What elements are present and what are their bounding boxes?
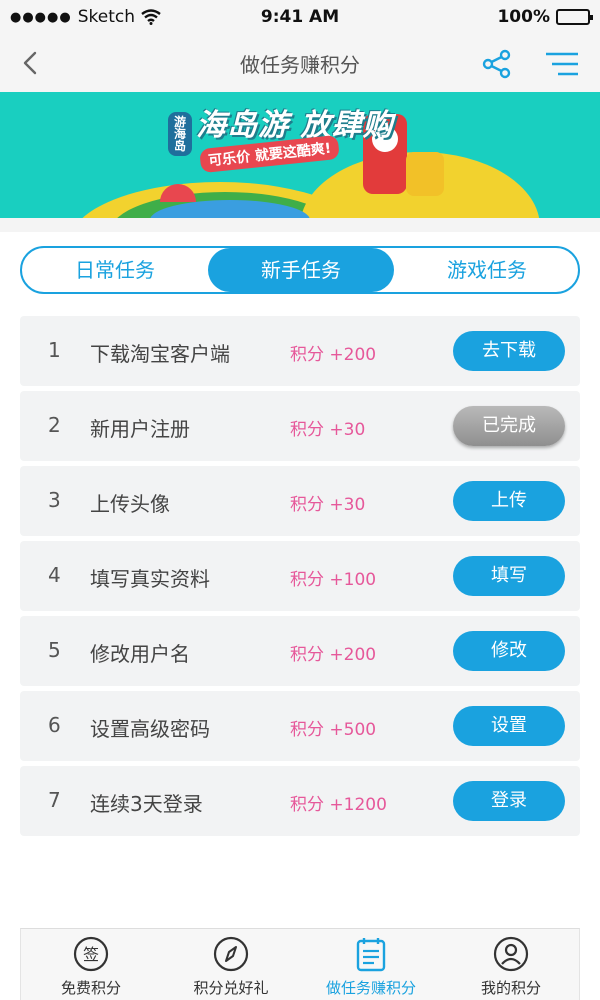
task-name: 填写真实资料 [90,567,210,591]
tab-daily-tasks[interactable]: 日常任务 [22,248,208,292]
task-row: 2 新用户注册 积分 +30 已完成 [20,391,580,461]
banner-title: 海岛游 放肆购 [196,108,394,143]
bottom-tab-free-points[interactable]: 签 免费积分 [21,929,161,1000]
sign-in-glyph: 签 [83,945,99,964]
task-name: 下载淘宝客户端 [90,342,230,366]
task-name: 修改用户名 [90,642,190,666]
compass-icon [213,936,249,972]
task-points: 积分 +30 [290,495,366,515]
download-button[interactable]: 去下载 [453,331,565,371]
task-number: 1 [48,338,61,362]
battery-icon [556,9,593,25]
task-row: 1 下载淘宝客户端 积分 +200 去下载 [20,316,580,386]
task-number: 7 [48,788,61,812]
bottom-tab-bar: 签 免费积分 积分兑好礼 做任务赚积分 我的积分 [20,928,580,1000]
task-number: 2 [48,413,61,437]
bottom-tab-label: 做任务赚积分 [325,979,416,997]
task-name: 设置高级密码 [90,717,210,741]
upload-button[interactable]: 上传 [453,481,565,521]
menu-icon[interactable] [544,50,580,78]
section-divider [0,218,600,232]
completed-button[interactable]: 已完成 [453,406,565,446]
task-row: 4 填写真实资料 积分 +100 填写 [20,541,580,611]
task-points: 积分 +30 [290,420,366,440]
task-number: 4 [48,563,61,587]
task-name: 新用户注册 [90,417,190,441]
task-row: 5 修改用户名 积分 +200 修改 [20,616,580,686]
task-points: 积分 +200 [290,345,377,365]
login-button[interactable]: 登录 [453,781,565,821]
share-icon[interactable] [480,48,514,80]
task-points: 积分 +1200 [290,795,387,815]
sign-in-icon: 签 [73,936,109,972]
task-row: 7 连续3天登录 积分 +1200 登录 [20,766,580,836]
bottom-tab-earn-points[interactable]: 做任务赚积分 [301,929,441,1000]
task-points: 积分 +200 [290,645,377,665]
task-category-tabs: 日常任务 新手任务 游戏任务 [20,246,580,294]
task-row: 6 设置高级密码 积分 +500 设置 [20,691,580,761]
task-points: 积分 +500 [290,720,377,740]
modify-button[interactable]: 修改 [453,631,565,671]
battery-percent: 100% [497,7,550,27]
task-number: 3 [48,488,61,512]
banner-tag: 游海岛 [168,112,192,156]
task-list-icon [356,938,386,972]
task-name: 连续3天登录 [90,792,203,816]
bottom-tab-label: 积分兑好礼 [193,979,269,997]
nav-bar: 做任务赚积分 [0,34,600,92]
task-points: 积分 +100 [290,570,377,590]
tab-newbie-tasks[interactable]: 新手任务 [208,248,394,292]
bottom-tab-redeem[interactable]: 积分兑好礼 [161,929,301,1000]
banner-character-graphic [406,152,444,196]
tab-game-tasks[interactable]: 游戏任务 [394,248,580,292]
fill-in-button[interactable]: 填写 [453,556,565,596]
task-number: 5 [48,638,61,662]
task-row: 3 上传头像 积分 +30 上传 [20,466,580,536]
promo-banner[interactable]: 游海岛 海岛游 放肆购 可乐价 就要这酷爽! [0,92,600,218]
user-icon [493,936,529,972]
set-button[interactable]: 设置 [453,706,565,746]
task-number: 6 [48,713,61,737]
bottom-tab-label: 我的积分 [480,979,541,997]
status-bar: ●●●●● Sketch 9:41 AM 100% [0,0,600,34]
bottom-tab-my-points[interactable]: 我的积分 [441,929,581,1000]
task-name: 上传头像 [90,492,170,516]
bottom-tab-label: 免费积分 [60,979,121,997]
